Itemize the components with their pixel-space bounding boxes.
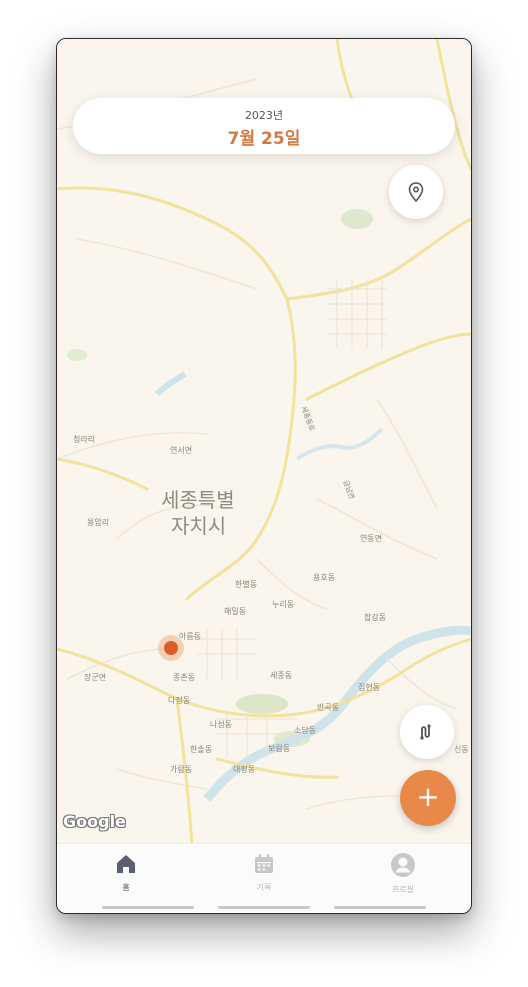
add-record-button[interactable]: + [400,770,456,826]
phone-frame: 청라리 연서면 용암리 세종특별 자치시 연동면 용호동 한별동 해밀동 누리동… [56,38,472,914]
home-icon [117,855,135,873]
tab-indicator-2 [218,906,310,909]
map-label-hapgang: 합강동 [364,613,387,622]
map-label-sodam: 소담동 [294,726,317,735]
route-button[interactable] [400,705,454,759]
map-label-jiphyeon: 집현동 [358,683,381,692]
map-label-sejong-city-1: 세종특별 [161,488,235,512]
map-label-jongchon: 종촌동 [173,673,196,682]
map-label-boram: 보람동 [268,744,291,753]
map-label-cheongra: 청라리 [73,435,96,444]
map-label-yongam: 용암리 [87,518,110,527]
map-label-sin: 신동 [454,745,469,754]
tab-indicator-1 [102,906,194,909]
map-label-hanbyeol: 한별동 [235,580,258,589]
map-label-bangok: 반곡동 [317,703,340,712]
map-label-yeondong: 연동면 [360,534,383,543]
tab-records[interactable]: 기록 [224,852,304,893]
tab-profile[interactable]: 프로필 [363,852,443,895]
route-icon [420,724,431,740]
tab-indicator-3 [334,906,426,909]
map-label-janggun: 장군면 [84,673,107,682]
location-button[interactable] [389,165,443,219]
tab-profile-label: 프로필 [391,885,415,894]
map-label-haemil: 해밀동 [224,607,247,616]
date-day: 7월 25일 [227,129,301,149]
calendar-icon [255,854,273,873]
map-label-hansol: 한솔동 [190,745,213,754]
map-label-yongho: 용호동 [313,573,336,582]
location-pin-icon [408,182,424,202]
tab-records-label: 기록 [256,883,272,892]
map-label-naseong: 나성동 [210,720,233,729]
marker-dot [164,641,178,655]
map-label-yeonseo: 연서면 [170,446,193,455]
date-header[interactable]: 2023년 7월 25일 [73,98,455,154]
google-logo: Google [63,812,126,831]
map-label-garam: 가람동 [170,765,193,774]
map-label-dajeong: 다정동 [168,696,191,705]
date-year: 2023년 [244,109,284,122]
current-location-marker[interactable] [158,635,184,661]
map-label-areum: 아름동 [179,632,202,641]
map-label-sejong-dong: 세종동 [270,671,293,680]
profile-icon [391,853,415,877]
map-label-daepyeong: 대평동 [233,765,256,774]
tab-home[interactable]: 홈 [86,852,166,893]
map-label-nuri: 누리동 [272,600,295,609]
bottom-tab-bar: 홈 기록 프로필 [57,843,471,913]
tab-home-label: 홈 [122,883,130,892]
map-label-sejong-city-2: 자치시 [171,514,227,538]
